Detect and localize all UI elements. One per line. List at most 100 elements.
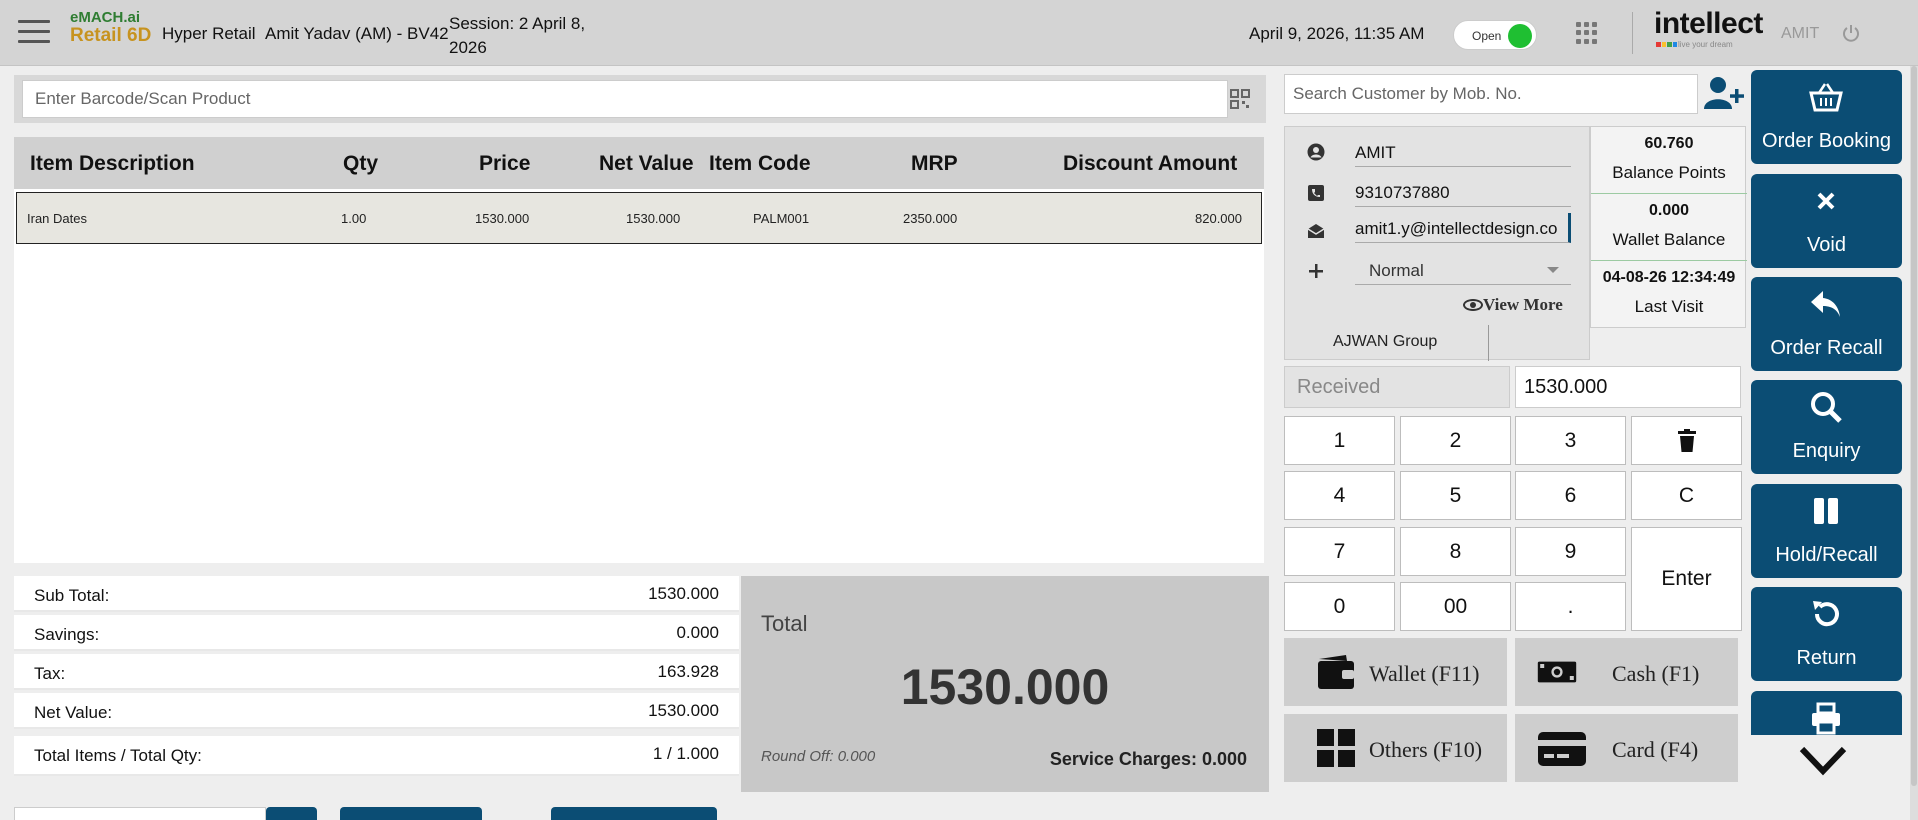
cash-icon [1537,661,1577,683]
store-name: Hyper Retail [162,24,256,43]
cash-pay-label: Cash (F1) [1612,661,1700,686]
keypad-4[interactable]: 4 [1284,471,1395,520]
keypad-00[interactable]: 00 [1400,582,1511,631]
undo-icon [1813,601,1839,627]
cell-description: Iran Dates [27,211,87,226]
item-grid: Item Description Qty Price Net Value Ite… [14,137,1264,563]
bottom-button-partial-2[interactable] [340,807,482,820]
view-more-label: View More [1483,295,1563,314]
apps-grid-icon[interactable] [1576,22,1598,44]
customer-name: AMIT [1355,137,1571,167]
net-value-label: Net Value: [34,703,113,722]
store-open-toggle[interactable]: Open [1453,20,1537,50]
col-item-code: Item Code [709,152,811,175]
intellect-logo: intellect live your dream [1654,8,1764,56]
grand-total-value: 1530.000 [900,659,1110,715]
card-pay-button[interactable]: Card (F4) [1515,714,1738,782]
cash-pay-button[interactable]: Cash (F1) [1515,638,1738,706]
card-pay-label: Card (F4) [1612,737,1699,762]
net-value-value: 1530.000 [648,701,719,720]
basket-icon [1809,83,1843,112]
keypad-enter[interactable]: Enter [1631,527,1742,631]
bottom-button-partial-1[interactable] [266,807,317,820]
order-recall-button[interactable]: Order Recall [1751,277,1902,371]
keypad-delete[interactable] [1631,416,1742,465]
user-short-name: AMIT [1781,25,1820,42]
net-value-row: Net Value: 1530.000 [14,693,739,729]
print-button[interactable] [1751,691,1902,735]
session-info: Session: 2 April 8, 2026 [449,12,585,60]
reply-icon [1811,291,1840,317]
keypad-0[interactable]: 0 [1284,582,1395,631]
bottom-button-partial-3[interactable] [551,807,717,820]
customer-group-tab[interactable]: AJWAN Group [1285,325,1489,361]
order-recall-label: Order Recall [1770,337,1883,359]
grand-total-panel: Total 1530.000 Round Off: 0.000 Service … [741,576,1269,792]
menu-icon[interactable] [18,20,50,44]
wallet-icon [1318,655,1354,689]
received-label: Received [1284,366,1510,408]
sub-total-value: 1530.000 [648,584,719,603]
cell-item-code: PALM001 [753,211,810,226]
received-amount-input[interactable]: 1530.000 [1515,366,1741,408]
scroll-down-icon[interactable] [1798,743,1848,777]
customer-type-select[interactable]: Normal [1355,255,1571,285]
page-scrollbar[interactable] [1910,66,1918,820]
total-items-label: Total Items / Total Qty: [34,746,202,765]
keypad-3[interactable]: 3 [1515,416,1626,465]
cell-qty: 1.00 [341,211,367,226]
customer-search-input[interactable] [1284,74,1698,114]
void-button[interactable]: Void [1751,174,1902,268]
total-items-row: Total Items / Total Qty: 1 / 1.000 [14,736,739,776]
table-row[interactable]: Iran Dates 1.00 1530.000 1530.000 PALM00… [16,192,1262,244]
cell-discount: 820.000 [1195,211,1242,226]
qr-code-icon[interactable] [1230,89,1250,109]
keypad-6[interactable]: 6 [1515,471,1626,520]
add-customer-icon[interactable] [1704,76,1746,110]
keypad-decimal[interactable]: . [1515,582,1626,631]
datetime: April 9, 2026, 11:35 AM [1249,24,1425,43]
keypad-7[interactable]: 7 [1284,527,1395,576]
search-icon [1811,392,1842,423]
customer-email[interactable]: amit1.y@intellectdesign.co [1355,213,1571,243]
customer-card: AMIT 9310737880 amit1.y@intellectdesign.… [1284,126,1590,361]
savings-label: Savings: [34,625,100,644]
tax-value: 163.928 [657,662,719,681]
sub-total-label: Sub Total: [34,586,110,605]
order-booking-button[interactable]: Order Booking [1751,70,1902,164]
bottom-input-partial[interactable] [14,807,266,820]
top-header: eMACH.ai Retail 6D Hyper Retail Amit Yad… [0,0,1918,66]
phone-icon [1308,185,1324,201]
totals-panel: Sub Total: 1530.000 Savings: 0.000 Tax: … [14,576,739,782]
keypad-2[interactable]: 2 [1400,416,1511,465]
keypad-5[interactable]: 5 [1400,471,1511,520]
logo-bottom-text: Retail 6D [70,25,152,46]
tax-label: Tax: [34,664,66,683]
plus-icon [1309,264,1323,278]
wallet-balance-value: 0.000 [1648,202,1690,219]
keypad-9[interactable]: 9 [1515,527,1626,576]
return-button[interactable]: Return [1751,587,1902,681]
total-label: Total [761,611,808,636]
envelope-icon [1307,224,1325,238]
void-label: Void [1807,234,1846,256]
keypad-clear[interactable]: C [1631,471,1742,520]
others-pay-button[interactable]: Others (F10) [1284,714,1507,782]
wallet-pay-button[interactable]: Wallet (F11) [1284,638,1507,706]
hold-recall-button[interactable]: Hold/Recall [1751,484,1902,578]
balance-points-label: Balance Points [1612,163,1726,182]
logo-top-text: eMACH.ai [70,9,141,26]
keypad-1[interactable]: 1 [1284,416,1395,465]
barcode-input[interactable] [22,80,1228,118]
view-more-link[interactable]: View More [1463,295,1563,315]
user-circle-icon [1307,143,1325,161]
enquiry-button[interactable]: Enquiry [1751,380,1902,474]
cell-net-value: 1530.000 [626,211,681,226]
power-icon[interactable] [1841,23,1861,43]
col-qty: Qty [343,152,379,175]
keypad-8[interactable]: 8 [1400,527,1511,576]
enquiry-label: Enquiry [1792,440,1861,462]
last-visit-stat: 04-08-26 12:34:49 Last Visit [1591,261,1747,328]
tax-row: Tax: 163.928 [14,654,739,690]
action-panel: Order Booking Void Order Recall Enquiry … [1751,70,1902,735]
